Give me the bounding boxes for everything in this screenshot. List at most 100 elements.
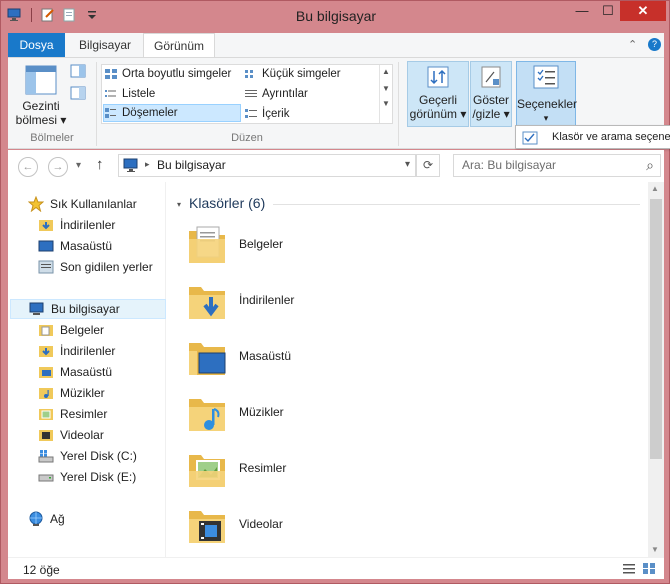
nav-label: İndirilenler: [60, 344, 116, 358]
nav-label: Bu bilgisayar: [51, 302, 120, 316]
desktop-folder-icon: [39, 367, 53, 378]
tab-file[interactable]: Dosya: [8, 33, 65, 57]
current-view-button[interactable]: Geçerli görünüm ▾: [407, 61, 469, 127]
maximize-button[interactable]: ☐: [595, 1, 621, 21]
gallery-more-icon[interactable]: ▼: [380, 99, 392, 108]
documents-folder-icon: [189, 226, 225, 263]
nav-label: Masaüstü: [60, 365, 113, 379]
nav-pc-downloads[interactable]: İndirilenler: [38, 341, 115, 361]
drive-icon: [38, 474, 54, 482]
folder-name: Resimler: [239, 461, 287, 475]
vertical-scrollbar[interactable]: ▲ ▼: [648, 182, 664, 557]
options-label: Seçenekler: [517, 97, 578, 111]
layout-gallery-scroller[interactable]: ▲ ▼ ▼: [379, 65, 392, 123]
folder-tile[interactable]: Belgeler: [187, 217, 283, 271]
options-icon: [533, 65, 559, 89]
address-dropdown-icon[interactable]: ▾: [405, 159, 410, 170]
layout-list[interactable]: Listele: [104, 85, 155, 103]
breadcrumb-chevron-icon[interactable]: ▸: [145, 159, 150, 170]
nav-pc-disk-e[interactable]: Yerel Disk (E:): [38, 467, 136, 487]
folder-tile[interactable]: İndirilenler: [187, 273, 294, 327]
network-icon: [29, 511, 43, 526]
nav-label: Ağ: [50, 512, 65, 526]
tab-view[interactable]: Görünüm: [143, 33, 216, 57]
downloads-folder-icon: [189, 287, 225, 319]
videos-folder-icon: [189, 511, 225, 543]
folder-tile[interactable]: Müzikler: [187, 385, 284, 439]
desktop-icon: [38, 240, 54, 252]
layout-small-icons[interactable]: Küçük simgeler: [244, 65, 341, 83]
list-icon: [105, 90, 116, 97]
nav-pc-music[interactable]: Müzikler: [38, 383, 105, 403]
details-pane-icon[interactable]: [70, 86, 86, 100]
nav-label: Sık Kullanılanlar: [50, 197, 137, 211]
refresh-button[interactable]: ⟳: [416, 154, 440, 177]
up-button[interactable]: ↑: [96, 156, 104, 173]
desktop-folder-icon: [189, 343, 226, 375]
close-button[interactable]: ✕: [620, 1, 666, 21]
gallery-down-icon[interactable]: ▼: [380, 84, 392, 93]
sort-by-icon: [427, 66, 449, 88]
nav-label: Yerel Disk (C:): [60, 449, 137, 463]
nav-this-pc[interactable]: Bu bilgisayar: [10, 299, 166, 319]
nav-pc-documents[interactable]: Belgeler: [38, 320, 104, 340]
nav-pc-disk-c[interactable]: Yerel Disk (C:): [38, 446, 137, 466]
nav-label: Belgeler: [60, 323, 105, 337]
layout-gallery: Orta boyutlu simgeler Küçük simgeler Lis…: [101, 64, 393, 124]
search-icon[interactable]: ⌕: [646, 155, 654, 176]
search-input[interactable]: Ara: Bu bilgisayar ⌕: [453, 154, 661, 177]
help-icon[interactable]: ?: [648, 38, 661, 51]
file-list: ▾ Klasörler (6) Belgeler İndirilenler Ma…: [173, 182, 648, 557]
gallery-up-icon[interactable]: ▲: [380, 67, 392, 76]
navigation-bar: ← → ▾ ↑ ▸ Bu bilgisayar ▾ ⟳ Ara: Bu bilg…: [8, 150, 664, 182]
minimize-button[interactable]: —: [569, 1, 595, 21]
layout-label: Küçük simgeler: [262, 68, 341, 80]
folder-tile[interactable]: Masaüstü: [187, 329, 291, 383]
folder-tile[interactable]: Videolar: [187, 497, 283, 551]
breadcrumb-this-pc[interactable]: Bu bilgisayar: [157, 158, 226, 172]
layout-medium-icons[interactable]: Orta boyutlu simgeler: [104, 65, 231, 83]
scroll-down-icon[interactable]: ▼: [651, 545, 659, 554]
collapse-ribbon-icon[interactable]: ⌃: [628, 38, 637, 51]
forward-button[interactable]: →: [48, 157, 68, 177]
nav-favorites[interactable]: Sık Kullanılanlar: [28, 194, 137, 214]
layout-label: Ayrıntılar: [262, 88, 308, 100]
star-icon: [28, 196, 44, 212]
recent-locations-icon[interactable]: ▾: [76, 160, 81, 171]
folder-search-options-item[interactable]: Klasör ve arama seçenekleri: [515, 125, 670, 149]
back-button[interactable]: ←: [18, 157, 38, 177]
show-hide-button[interactable]: Göster /gizle ▾: [470, 61, 512, 127]
layout-content[interactable]: İçerik: [244, 105, 289, 123]
collapse-group-icon[interactable]: ▾: [177, 200, 181, 209]
nav-label: Müzikler: [60, 386, 105, 400]
scroll-up-icon[interactable]: ▲: [651, 184, 659, 193]
options-small-icon: [522, 131, 538, 145]
show-hide-label-2: /gizle ▾: [472, 107, 510, 121]
nav-label: Resimler: [60, 407, 108, 421]
nav-pc-videos[interactable]: Videolar: [38, 425, 104, 445]
layout-details[interactable]: Ayrıntılar: [244, 85, 308, 103]
current-view-label-1: Geçerli: [418, 93, 457, 107]
nav-fav-downloads[interactable]: İndirilenler: [38, 215, 115, 235]
content-area: Sık Kullanılanlar İndirilenler Masaüstü …: [8, 182, 664, 557]
options-button[interactable]: Seçenekler ▾: [516, 61, 578, 127]
details-view-icon[interactable]: [622, 562, 636, 575]
navigation-pane-label-1: Gezinti: [22, 99, 60, 113]
tab-computer[interactable]: Bilgisayar: [69, 33, 141, 57]
nav-pc-desktop[interactable]: Masaüstü: [38, 362, 112, 382]
pictures-folder-icon: [189, 455, 225, 487]
layout-tiles[interactable]: Döşemeler: [103, 104, 241, 122]
nav-fav-recent[interactable]: Son gidilen yerler: [38, 257, 153, 277]
folders-group-header[interactable]: Klasörler (6): [189, 195, 265, 211]
large-icons-view-icon[interactable]: [642, 562, 656, 575]
search-placeholder: Ara: Bu bilgisayar: [462, 158, 557, 172]
nav-network[interactable]: Ağ: [28, 509, 65, 529]
documents-folder-icon: [39, 325, 53, 336]
folder-tile[interactable]: Resimler: [187, 441, 286, 495]
address-bar[interactable]: ▸ Bu bilgisayar ▾: [118, 154, 416, 177]
navigation-pane-button[interactable]: Gezinti bölmesi ▾: [14, 64, 68, 127]
scroll-thumb[interactable]: [650, 199, 662, 459]
nav-pc-pictures[interactable]: Resimler: [38, 404, 107, 424]
nav-fav-desktop[interactable]: Masaüstü: [38, 236, 112, 256]
preview-pane-icon[interactable]: [70, 64, 86, 78]
